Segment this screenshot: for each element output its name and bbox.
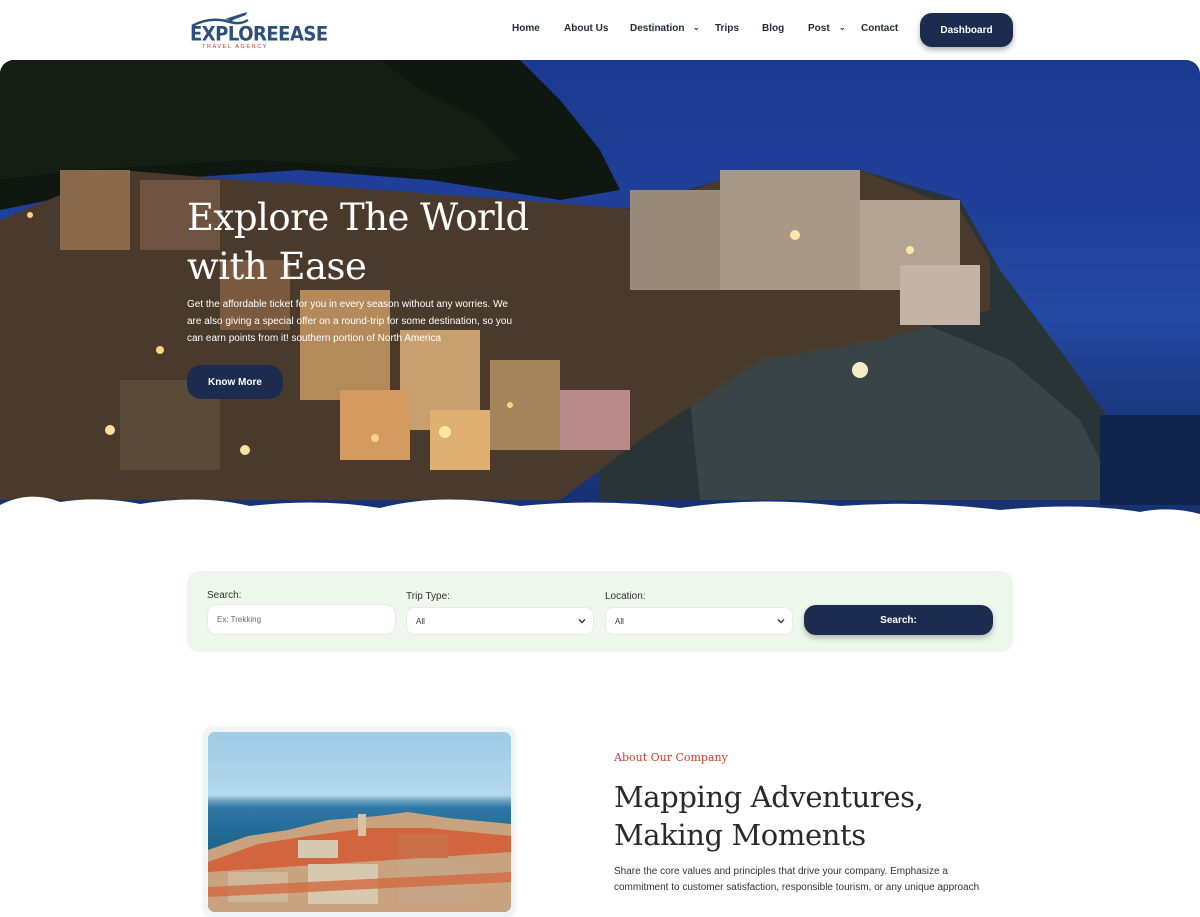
about-title: Mapping Adventures, Making Moments <box>614 778 974 854</box>
chevron-down-icon <box>777 619 785 624</box>
trip-type-select[interactable]: All <box>406 607 594 635</box>
chevron-down-icon <box>578 619 586 624</box>
hero-description: Get the affordable ticket for you in eve… <box>187 299 512 344</box>
search-panel: Search: Ex: Trekking Trip Type: All Loca… <box>187 571 1013 652</box>
chevron-down-icon[interactable]: ⌄ <box>839 23 846 32</box>
about-image-frame <box>203 727 516 917</box>
plane-icon <box>225 12 247 23</box>
hero-background-image <box>0 60 1200 530</box>
brand-logo[interactable]: EXPLOREEASE TRAVEL AGENCY <box>186 8 328 54</box>
nav-item-contact[interactable]: Contact <box>861 23 898 34</box>
nav-item-trips[interactable]: Trips <box>715 23 739 34</box>
location-label: Location: <box>605 591 646 602</box>
hero-title-line-1: Explore The World <box>187 196 529 239</box>
about-title-line-1: Mapping Adventures, <box>614 780 924 814</box>
dashboard-button[interactable]: Dashboard <box>920 13 1013 47</box>
nav-item-home[interactable]: Home <box>512 23 540 34</box>
nav-item-about-us[interactable]: About Us <box>564 23 608 34</box>
about-image <box>208 732 511 912</box>
hero-title: Explore The World with Ease <box>187 193 547 291</box>
nav-item-blog[interactable]: Blog <box>762 23 784 34</box>
site-header: EXPLOREEASE TRAVEL AGENCY Home About Us … <box>0 0 1200 60</box>
about-title-line-2: Making Moments <box>614 818 866 852</box>
nav-item-destination[interactable]: Destination <box>630 23 684 34</box>
search-label: Search: <box>207 590 242 601</box>
coastal-town-image <box>208 812 511 912</box>
trip-type-value: All <box>416 616 425 626</box>
about-description: Share the core values and principles tha… <box>614 866 980 893</box>
search-input[interactable]: Ex: Trekking <box>207 604 396 635</box>
brand-tagline: TRAVEL AGENCY <box>202 44 269 50</box>
location-value: All <box>615 616 624 626</box>
search-button[interactable]: Search: <box>804 605 993 635</box>
know-more-button[interactable]: Know More <box>187 365 283 399</box>
chevron-down-icon[interactable]: ⌄ <box>693 23 700 32</box>
about-kicker: About Our Company <box>614 751 728 764</box>
trip-type-label: Trip Type: <box>406 591 450 602</box>
brand-name: EXPLOREEASE <box>190 22 328 47</box>
hero-title-line-2: with Ease <box>187 245 367 288</box>
location-select[interactable]: All <box>605 607 793 635</box>
nav-item-post[interactable]: Post <box>808 23 830 34</box>
hero-section: Explore The World with Ease Get the affo… <box>0 60 1200 530</box>
